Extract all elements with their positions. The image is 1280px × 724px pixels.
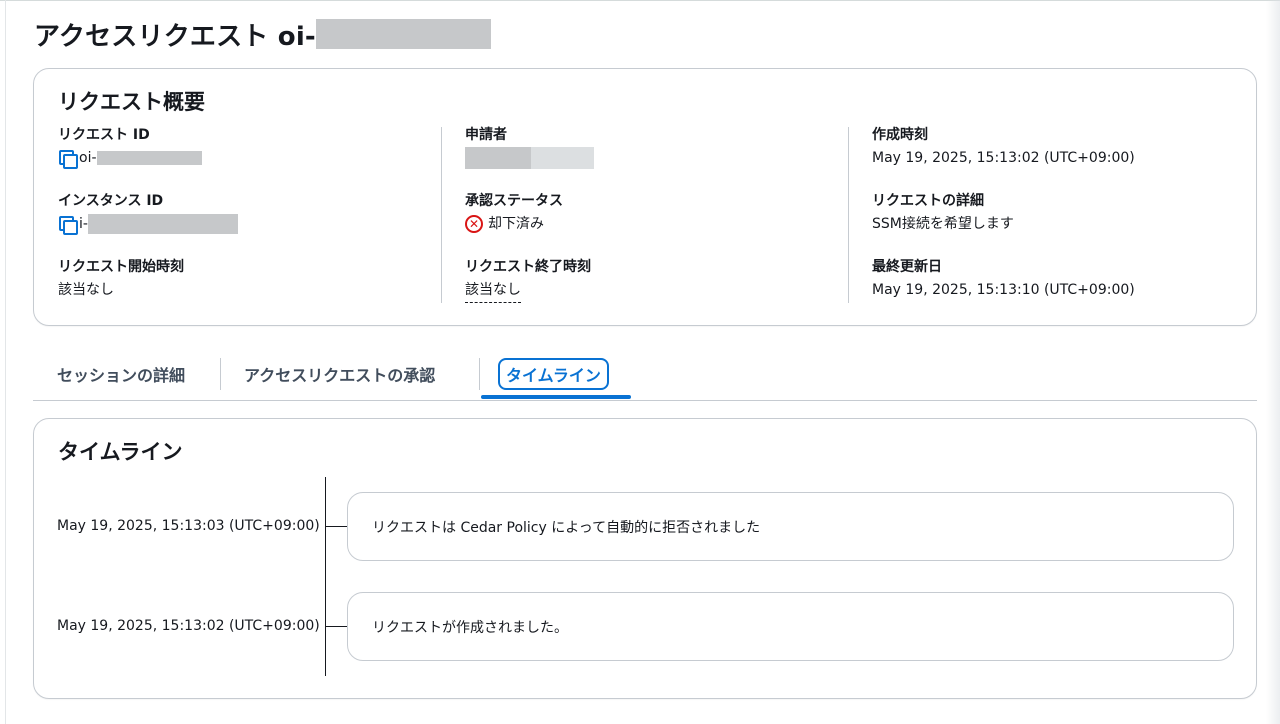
end-time-label: リクエスト終了時刻 <box>465 259 591 275</box>
approval-status-text: 却下済み <box>488 216 544 232</box>
created-at-label: 作成時刻 <box>872 127 928 143</box>
summary-title: リクエスト概要 <box>58 90 205 114</box>
requester-field: 申請者 <box>465 125 594 169</box>
timeline-card: タイムライン May 19, 2025, 15:13:03 (UTC+09:00… <box>33 418 1257 699</box>
redacted-requester-2 <box>531 147 594 169</box>
request-details-value: SSM接続を希望します <box>872 216 1014 232</box>
updated-at-label: 最終更新日 <box>872 259 942 275</box>
redacted-request-id <box>315 19 491 49</box>
end-time-field: リクエスト終了時刻 該当なし <box>465 257 591 303</box>
column-divider <box>441 127 442 303</box>
page-title-text: アクセスリクエスト oi- <box>34 21 316 52</box>
request-id-field: リクエスト ID oi- <box>58 125 202 169</box>
status-error-icon: ✕ <box>465 215 483 233</box>
request-id-label: リクエスト ID <box>58 127 150 143</box>
redacted-requester <box>465 147 531 169</box>
tab-bar: セッションの詳細 アクセスリクエストの承認 タイムライン <box>33 350 1257 401</box>
instance-id-label: インスタンス ID <box>58 193 164 209</box>
timeline-event-message: リクエストが作成されました。 <box>347 592 1234 661</box>
request-details-label: リクエストの詳細 <box>872 193 984 209</box>
end-time-text[interactable]: 該当なし <box>465 279 521 303</box>
right-edge-shadow <box>1266 0 1280 724</box>
page-title: アクセスリクエスト oi- <box>34 14 491 54</box>
request-id-text: oi- <box>79 150 97 166</box>
requester-label: 申請者 <box>465 127 507 143</box>
timeline-event-time: May 19, 2025, 15:13:02 (UTC+09:00) <box>57 618 320 634</box>
timeline-event-time: May 19, 2025, 15:13:03 (UTC+09:00) <box>57 518 320 534</box>
start-time-field: リクエスト開始時刻 該当なし <box>58 257 184 301</box>
window-left-border <box>5 0 6 724</box>
timeline-axis <box>325 477 326 676</box>
copy-icon[interactable] <box>58 215 78 235</box>
timeline-title: タイムライン <box>58 440 183 464</box>
created-at-field: 作成時刻 May 19, 2025, 15:13:02 (UTC+09:00) <box>872 125 1135 169</box>
timeline-event-message: リクエストは Cedar Policy によって自動的に拒否されました <box>347 492 1234 561</box>
request-summary-card: リクエスト概要 リクエスト ID oi- インスタンス ID i- リクエスト開… <box>33 68 1257 326</box>
approval-status-field: 承認ステータス ✕ 却下済み <box>465 191 563 235</box>
tab-session-details[interactable]: セッションの詳細 <box>57 358 185 390</box>
timeline-connector <box>326 626 348 627</box>
timeline-connector <box>326 526 348 527</box>
copy-icon[interactable] <box>58 149 78 169</box>
updated-at-field: 最終更新日 May 19, 2025, 15:13:10 (UTC+09:00) <box>872 257 1135 301</box>
active-tab-indicator <box>481 395 631 399</box>
start-time-value: 該当なし <box>58 282 114 298</box>
instance-id-text: i- <box>79 216 88 232</box>
tab-timeline[interactable]: タイムライン <box>498 358 609 390</box>
tab-separator <box>479 358 480 390</box>
tab-separator <box>220 358 221 390</box>
instance-id-value: i- <box>58 213 238 235</box>
approval-status-label: 承認ステータス <box>465 193 563 209</box>
created-at-value: May 19, 2025, 15:13:02 (UTC+09:00) <box>872 150 1135 166</box>
instance-id-field: インスタンス ID i- <box>58 191 238 235</box>
updated-at-value: May 19, 2025, 15:13:10 (UTC+09:00) <box>872 282 1135 298</box>
request-details-field: リクエストの詳細 SSM接続を希望します <box>872 191 1014 235</box>
tab-access-request-approval[interactable]: アクセスリクエストの承認 <box>244 358 435 390</box>
redacted-instance-id-value <box>87 214 238 234</box>
requester-value <box>465 147 594 169</box>
window-top-border <box>0 0 1280 1</box>
redacted-request-id-value <box>96 151 202 165</box>
approval-status-value: ✕ 却下済み <box>465 213 563 235</box>
start-time-label: リクエスト開始時刻 <box>58 259 184 275</box>
request-id-value: oi- <box>58 147 202 169</box>
end-time-value[interactable]: 該当なし <box>465 279 591 303</box>
column-divider <box>848 127 849 303</box>
